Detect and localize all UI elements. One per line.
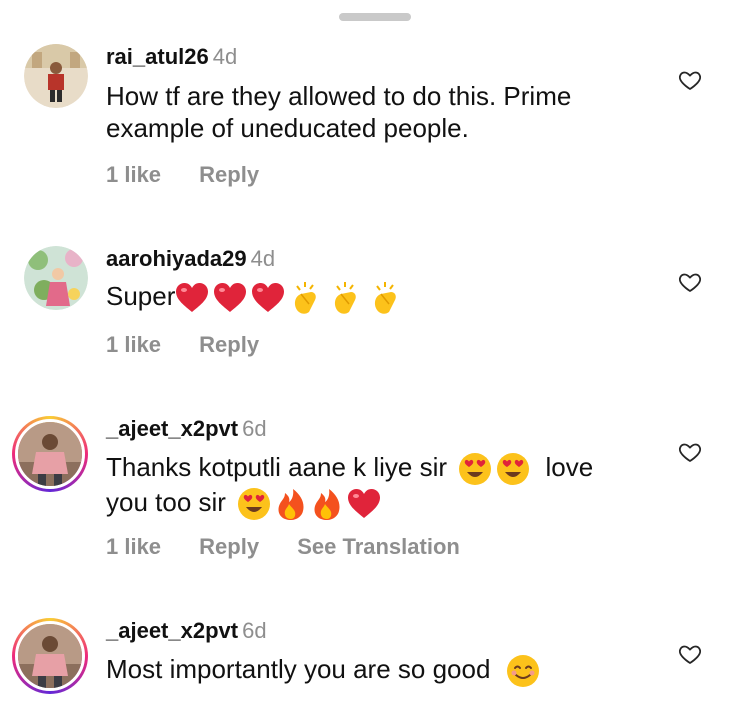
comment-text-content: Most importantly you are so good <box>106 654 491 684</box>
timestamp: 4d <box>212 44 238 69</box>
comment-text: Most importantly you are so good <box>106 653 656 688</box>
avatar[interactable] <box>24 246 88 310</box>
heart-icon[interactable] <box>678 68 702 92</box>
heart-eyes-icon <box>496 452 530 486</box>
reply-button[interactable]: Reply <box>199 332 259 357</box>
username[interactable]: _ajeet_x2pvt <box>106 416 238 441</box>
fire-icon <box>275 487 307 521</box>
fire-icon <box>311 487 343 521</box>
timestamp: 4d <box>250 246 276 271</box>
reply-button[interactable]: Reply <box>199 162 259 187</box>
comment-header: aarohiyada29 4d <box>106 246 275 272</box>
comment-text-content: love <box>545 452 594 482</box>
smiling-face-icon <box>506 654 540 688</box>
comment-text-content: Thanks kotputli aane k liye sir <box>106 452 448 482</box>
avatar-story-ring[interactable] <box>12 416 88 492</box>
clapping-hands-icon <box>289 280 325 316</box>
comment-text: Super <box>106 280 656 316</box>
red-heart-icon <box>175 282 209 314</box>
comment-header: _ajeet_x2pvt 6d <box>106 618 267 644</box>
comment-header: rai_atul26 4d <box>106 44 237 70</box>
sheet-grabber[interactable] <box>339 13 411 21</box>
comment-actions: 1 like Reply <box>106 332 291 358</box>
username[interactable]: _ajeet_x2pvt <box>106 618 238 643</box>
like-count[interactable]: 1 like <box>106 332 161 357</box>
timestamp: 6d <box>242 618 267 643</box>
red-heart-icon <box>251 282 285 314</box>
red-heart-icon <box>347 488 381 520</box>
heart-icon[interactable] <box>678 270 702 294</box>
comment-text: Thanks kotputli aane k liye sir love you… <box>106 451 656 521</box>
avatar[interactable] <box>24 44 88 108</box>
timestamp: 6d <box>242 416 267 441</box>
comment-actions: 1 like Reply See Translation <box>106 534 492 560</box>
clapping-hands-icon <box>369 280 405 316</box>
heart-eyes-icon <box>237 487 271 521</box>
comment-text-content: Super <box>106 281 176 311</box>
comment-actions: 1 like Reply <box>106 162 291 188</box>
red-heart-icon <box>213 282 247 314</box>
comment-text: How tf are they allowed to do this. Prim… <box>106 81 572 143</box>
clapping-hands-icon <box>329 280 365 316</box>
like-count[interactable]: 1 like <box>106 162 161 187</box>
comment-text-content: you too sir <box>106 487 226 518</box>
like-count[interactable]: 1 like <box>106 534 161 559</box>
heart-icon[interactable] <box>678 440 702 464</box>
username[interactable]: aarohiyada29 <box>106 246 247 271</box>
heart-eyes-icon <box>458 452 492 486</box>
see-translation-button[interactable]: See Translation <box>297 534 460 559</box>
username[interactable]: rai_atul26 <box>106 44 209 69</box>
avatar-story-ring[interactable] <box>12 618 88 694</box>
reply-button[interactable]: Reply <box>199 534 259 559</box>
heart-icon[interactable] <box>678 642 702 666</box>
comment-header: _ajeet_x2pvt 6d <box>106 416 267 442</box>
